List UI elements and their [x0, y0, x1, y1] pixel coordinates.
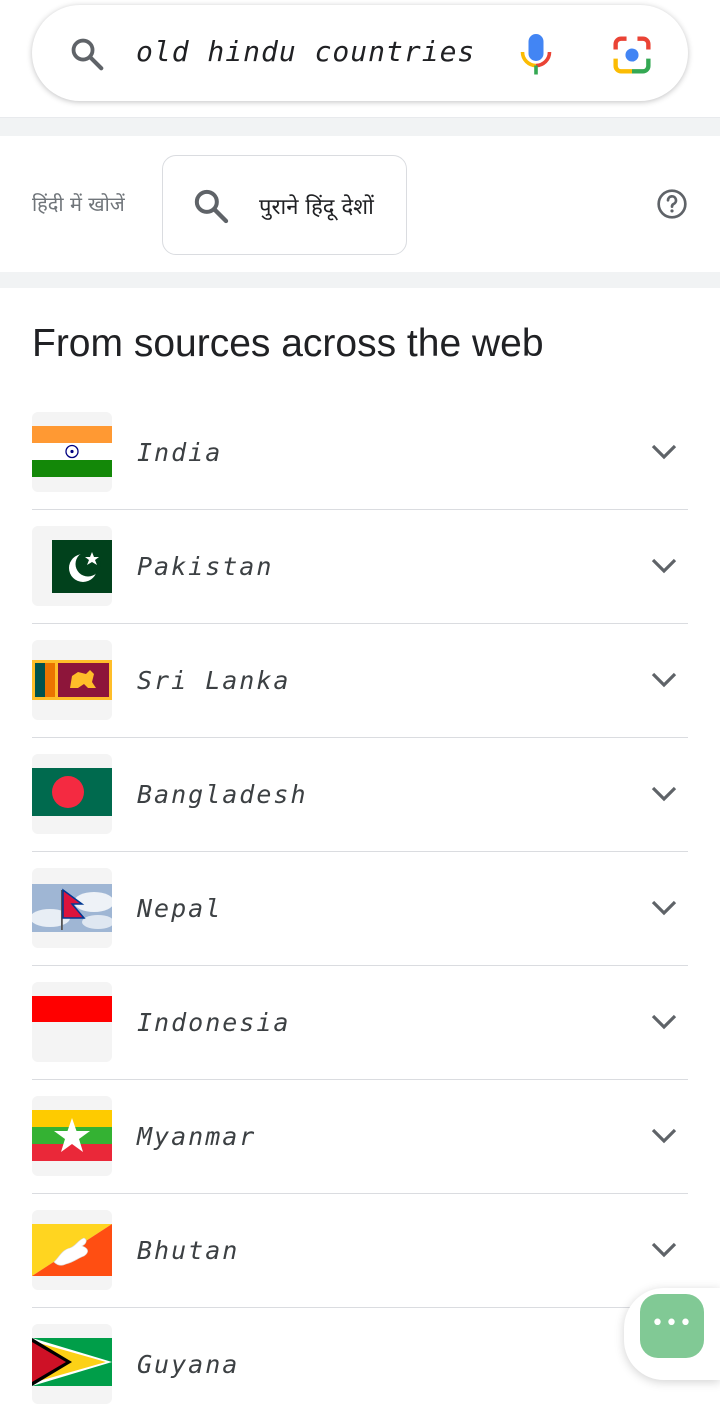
- chevron-down-icon[interactable]: [648, 554, 680, 578]
- list-item-sri-lanka[interactable]: Sri Lanka: [32, 624, 688, 738]
- bangladesh-flag-icon: [32, 754, 112, 834]
- chevron-down-icon[interactable]: [648, 1124, 680, 1148]
- country-name: Sri Lanka: [137, 666, 291, 695]
- hindi-search-label: हिंदी में खोजें: [32, 192, 125, 216]
- mic-icon[interactable]: [518, 31, 554, 79]
- country-name: Myanmar: [137, 1122, 257, 1151]
- list-item-guyana[interactable]: Guyana: [32, 1308, 688, 1416]
- search-icon: [194, 189, 229, 224]
- list-item-indonesia[interactable]: Indonesia: [32, 966, 688, 1080]
- help-icon[interactable]: [656, 188, 688, 220]
- hindi-search-chip[interactable]: पुराने हिंदू देशों: [162, 155, 407, 255]
- hindi-chip-text: पुराने हिंदू देशों: [259, 195, 374, 220]
- list-item-pakistan[interactable]: Pakistan: [32, 510, 688, 624]
- india-flag-icon: [32, 412, 112, 492]
- chevron-down-icon[interactable]: [648, 1238, 680, 1262]
- section-title: From sources across the web: [32, 322, 544, 365]
- search-icon[interactable]: [68, 35, 106, 73]
- list-item-bhutan[interactable]: Bhutan: [32, 1194, 688, 1308]
- chevron-down-icon[interactable]: [648, 896, 680, 920]
- search-header: old hindu countries: [0, 0, 720, 118]
- country-name: Pakistan: [137, 552, 274, 581]
- country-name: Bhutan: [137, 1236, 240, 1265]
- chevron-down-icon[interactable]: [648, 1010, 680, 1034]
- camera-lens-icon[interactable]: [610, 35, 654, 75]
- search-box[interactable]: old hindu countries: [32, 5, 688, 101]
- guyana-flag-icon: [32, 1324, 112, 1404]
- chevron-down-icon[interactable]: [648, 668, 680, 692]
- country-name: Indonesia: [137, 1008, 291, 1037]
- chevron-down-icon[interactable]: [648, 782, 680, 806]
- list-item-nepal[interactable]: Nepal: [32, 852, 688, 966]
- country-name: Bangladesh: [137, 780, 308, 809]
- country-name: Nepal: [137, 894, 223, 923]
- bhutan-flag-icon: [32, 1210, 112, 1290]
- search-input[interactable]: old hindu countries: [136, 35, 475, 68]
- separator: [0, 118, 720, 136]
- more-options-button[interactable]: •••: [640, 1294, 704, 1358]
- list-item-myanmar[interactable]: Myanmar: [32, 1080, 688, 1194]
- country-list: India Pakistan Sri Lanka Bangladesh Nepa…: [32, 396, 688, 1416]
- sri-lanka-flag-icon: [32, 640, 112, 720]
- indonesia-flag-icon: [32, 982, 112, 1062]
- country-name: India: [137, 438, 223, 467]
- hindi-search-strip: हिंदी में खोजें पुराने हिंदू देशों: [0, 136, 720, 272]
- separator: [0, 272, 720, 288]
- list-item-india[interactable]: India: [32, 396, 688, 510]
- myanmar-flag-icon: [32, 1096, 112, 1176]
- nepal-flag-icon: [32, 868, 112, 948]
- pakistan-flag-icon: [32, 526, 112, 606]
- country-name: Guyana: [137, 1350, 240, 1379]
- list-item-bangladesh[interactable]: Bangladesh: [32, 738, 688, 852]
- more-dots-icon: •••: [651, 1311, 693, 1336]
- chevron-down-icon[interactable]: [648, 440, 680, 464]
